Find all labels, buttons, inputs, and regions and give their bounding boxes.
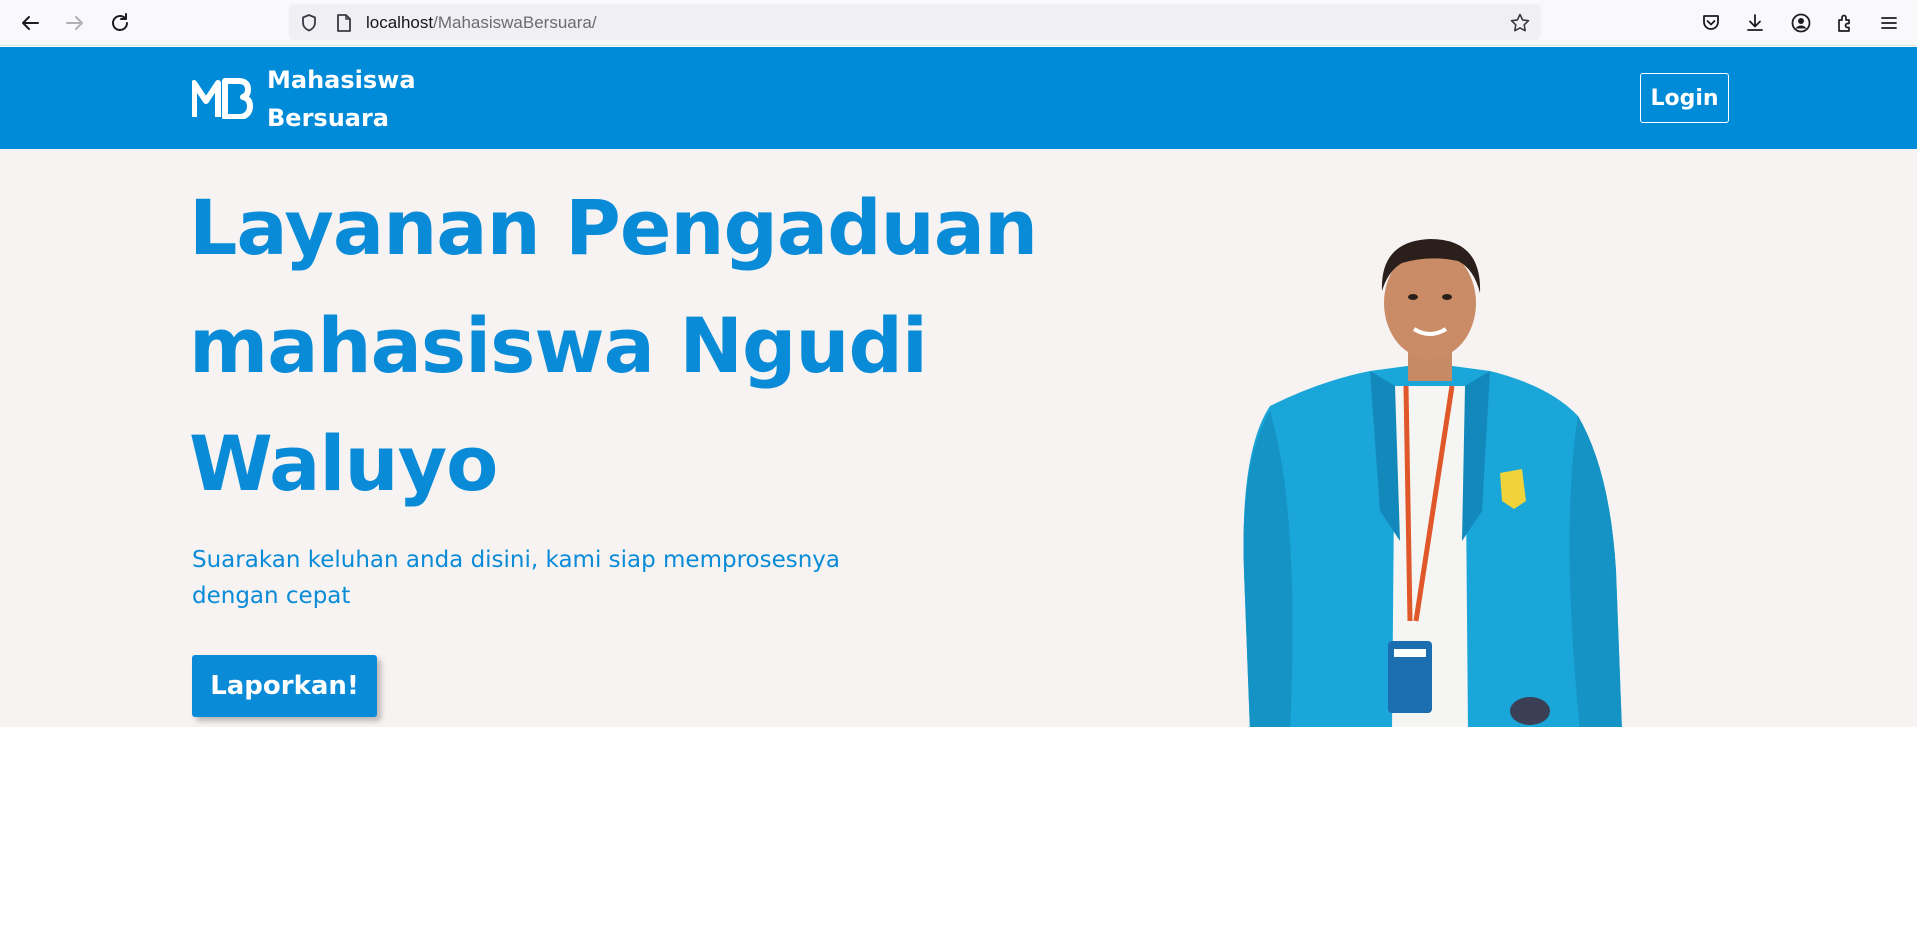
page-icon[interactable] xyxy=(333,12,355,34)
download-icon[interactable] xyxy=(1740,8,1770,38)
url-host: localhost xyxy=(366,13,434,32)
browser-toolbar: localhost/MahasiswaBersuara/ xyxy=(0,0,1917,46)
shield-icon[interactable] xyxy=(298,12,320,34)
extensions-icon[interactable] xyxy=(1830,8,1860,38)
hero-subtitle: Suarakan keluhan anda disini, kami siap … xyxy=(192,547,840,609)
address-bar[interactable]: localhost/MahasiswaBersuara/ xyxy=(289,4,1541,40)
pocket-icon[interactable] xyxy=(1696,8,1726,38)
login-button[interactable]: Login xyxy=(1640,73,1729,123)
url-text[interactable]: localhost/MahasiswaBersuara/ xyxy=(366,13,597,33)
student-photo xyxy=(1243,239,1622,727)
url-path: /MahasiswaBersuara/ xyxy=(433,13,597,32)
brand-line-1: Mahasiswa xyxy=(267,66,416,94)
bookmark-star-icon[interactable] xyxy=(1509,12,1531,34)
back-icon[interactable] xyxy=(15,8,45,38)
menu-icon[interactable] xyxy=(1874,8,1904,38)
hero-title: Layanan Pengaduan mahasiswa Ngudi Waluyo xyxy=(189,183,1038,508)
brand-name[interactable]: Mahasiswa Bersuara xyxy=(267,61,416,137)
brand-line-2: Bersuara xyxy=(267,104,390,132)
hero-section: Layanan Pengaduan mahasiswa Ngudi Waluyo… xyxy=(0,149,1917,727)
account-icon[interactable] xyxy=(1786,8,1816,38)
forward-icon[interactable] xyxy=(60,8,90,38)
logo-icon[interactable] xyxy=(192,77,256,119)
reload-icon[interactable] xyxy=(105,8,135,38)
report-button[interactable]: Laporkan! xyxy=(192,655,377,717)
site-header: Mahasiswa Bersuara Login xyxy=(0,47,1917,149)
